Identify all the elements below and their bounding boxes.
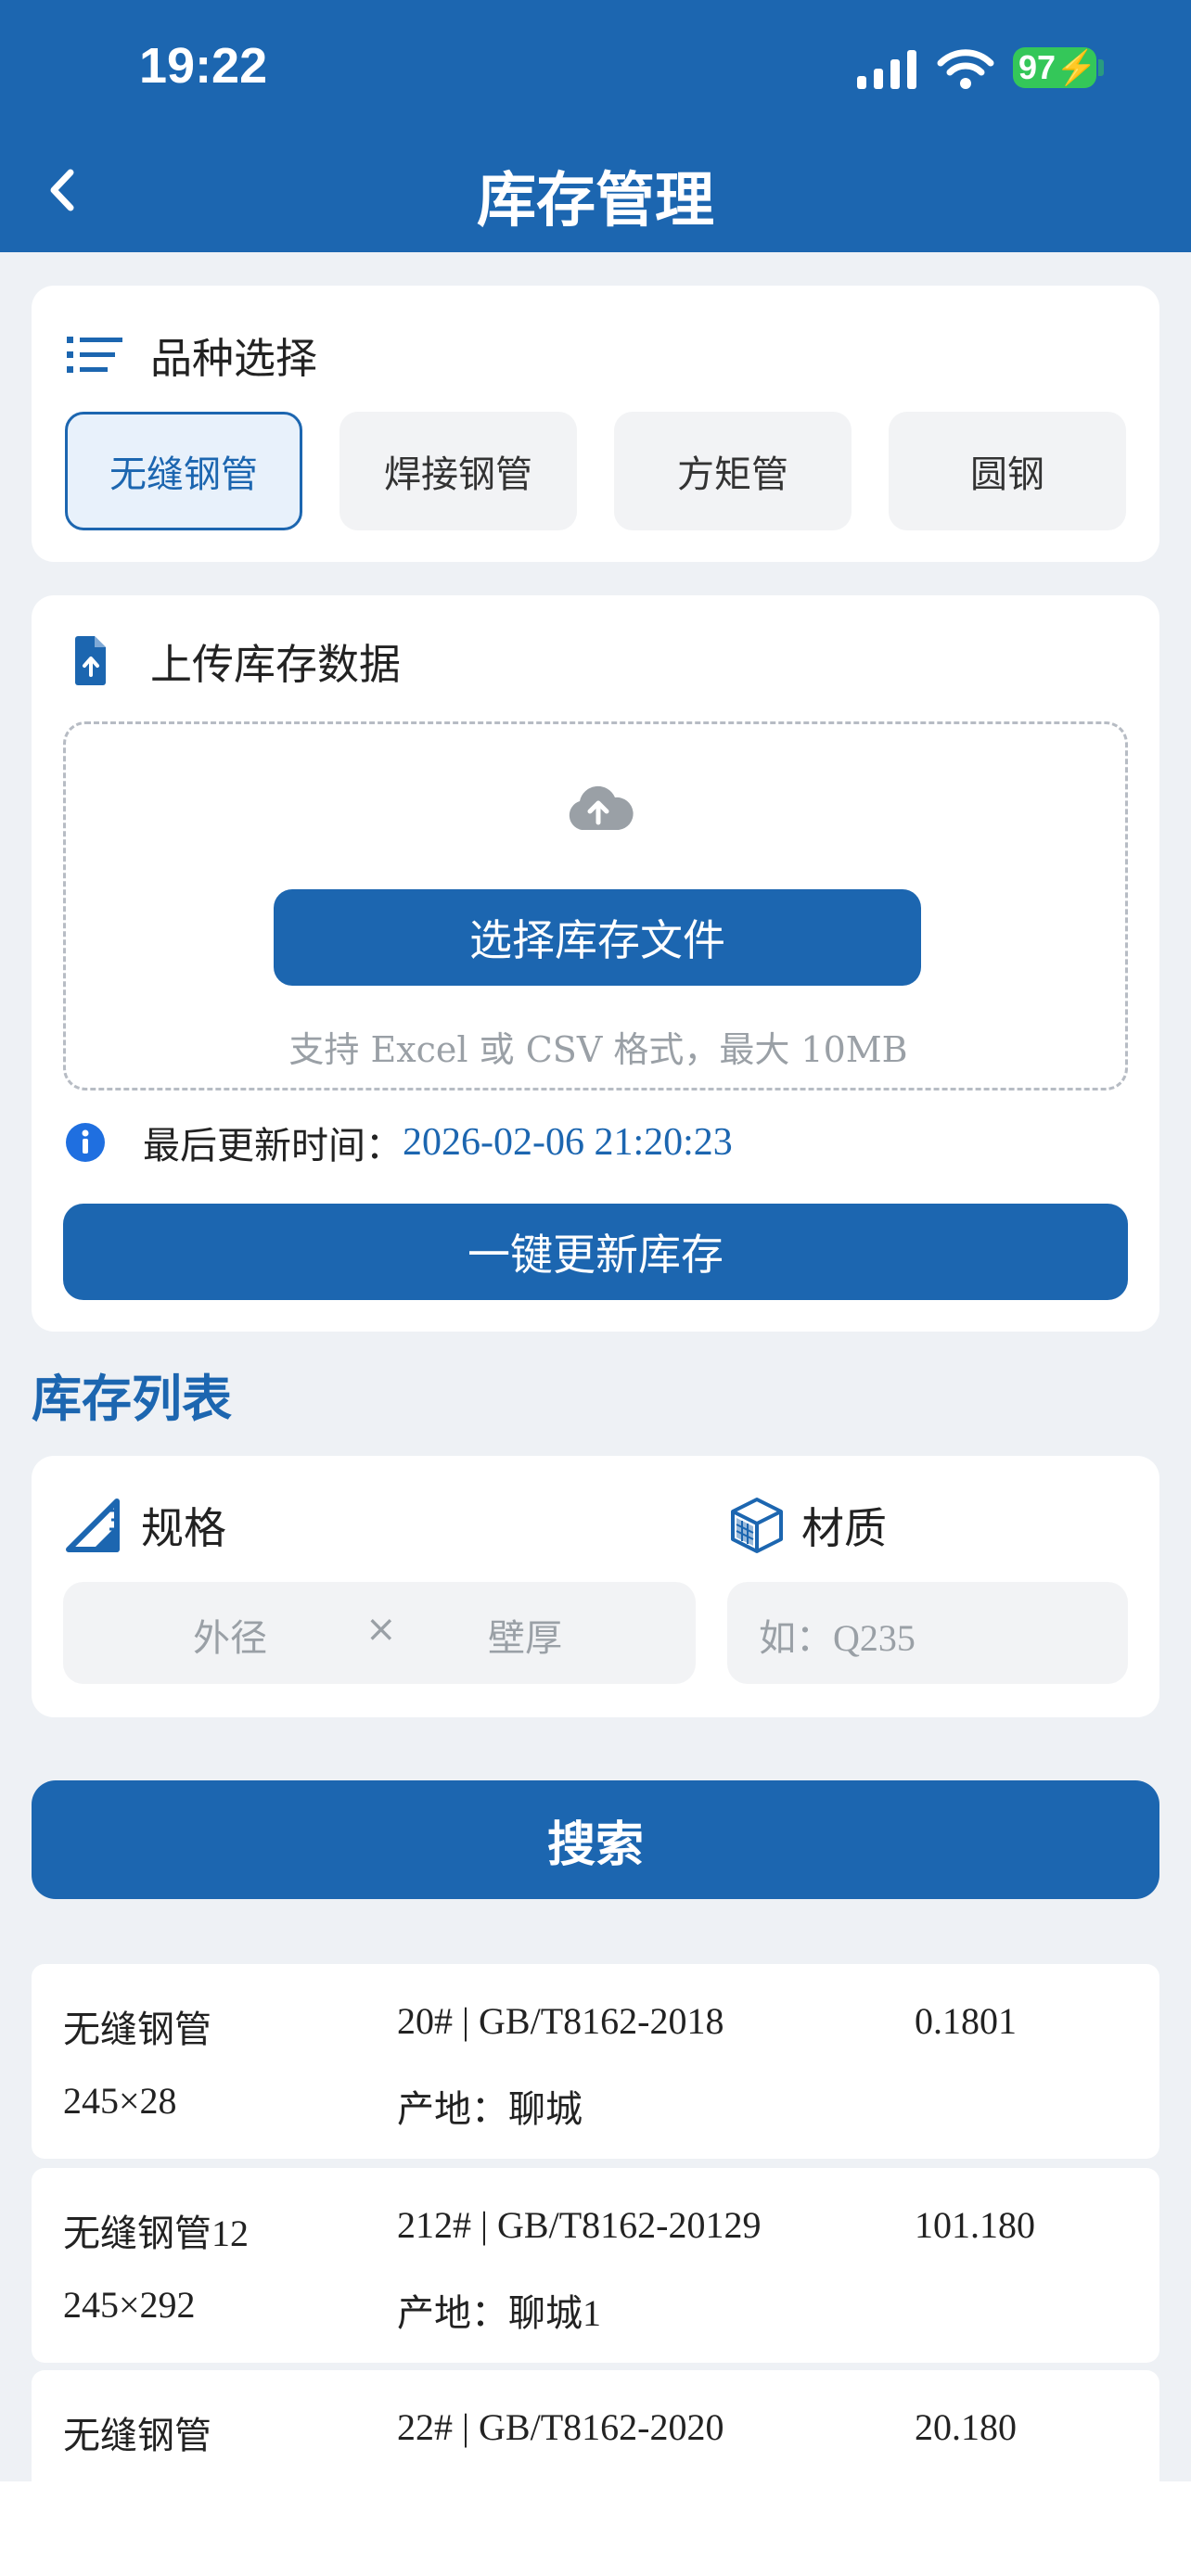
ruler-triangle-icon — [66, 1498, 120, 1552]
times-symbol: × — [365, 1608, 397, 1651]
battery-level: 97 — [1018, 48, 1057, 86]
file-upload-icon — [75, 636, 106, 685]
cloud-upload-icon — [569, 785, 634, 830]
material-placeholder: 如：Q235 — [759, 1617, 916, 1659]
variety-header: 品种选择 — [65, 326, 318, 383]
inventory-row[interactable]: 无缝钢管 245×28 20# | GB/T8162-2018 产地：聊城 0.… — [32, 1964, 1159, 2159]
variety-option-square-tube[interactable]: 方矩管 — [614, 412, 852, 530]
row-grade-standard: 20# | GB/T8162-2018 — [397, 2000, 724, 2042]
battery-cap — [1098, 59, 1104, 76]
material-label: 材质 — [801, 1503, 887, 1553]
page-title: 库存管理 — [477, 167, 714, 236]
row-product-name: 无缝钢管12 — [63, 2213, 249, 2254]
row-origin: 产地：聊城1 — [397, 2292, 601, 2334]
variety-card: 品种选择 无缝钢管 焊接钢管 方矩管 圆钢 — [32, 286, 1159, 562]
variety-option-round-bar[interactable]: 圆钢 — [889, 412, 1126, 530]
bottom-safe-area — [0, 2481, 1191, 2576]
wall-thickness-input[interactable]: 壁厚 — [488, 1608, 562, 1662]
row-size: 245×292 — [63, 2284, 196, 2326]
variety-title: 品种选择 — [150, 333, 318, 383]
last-update-value: 2026-02-06 21:20:23 — [403, 1121, 733, 1164]
row-size: 245×28 — [63, 2080, 177, 2122]
status-time: 19:22 — [139, 38, 268, 94]
inventory-list-title: 库存列表 — [32, 1370, 232, 1428]
variety-option-welded-pipe[interactable]: 焊接钢管 — [339, 412, 577, 530]
choose-file-button[interactable]: 选择库存文件 — [274, 889, 921, 986]
row-value: 20.180 — [915, 2406, 1017, 2448]
row-origin: 产地：聊城 — [397, 2088, 583, 2130]
info-icon — [66, 1123, 105, 1162]
upload-card: 上传库存数据 选择库存文件 支持 Excel 或 CSV 格式，最大 10MB … — [32, 595, 1159, 1332]
upload-hint: 支持 Excel 或 CSV 格式，最大 10MB — [288, 1029, 908, 1070]
last-update-row: 最后更新时间： 2026-02-06 21:20:23 — [65, 1115, 733, 1170]
search-button[interactable]: 搜索 — [32, 1780, 1159, 1899]
upload-title: 上传库存数据 — [150, 639, 402, 689]
wifi-icon — [937, 49, 994, 89]
row-value: 101.180 — [915, 2204, 1035, 2246]
filter-card: 规格 材质 外径 × 壁厚 如：Q235 — [32, 1456, 1159, 1717]
cellular-signal-icon — [857, 50, 916, 89]
row-value: 0.1801 — [915, 2000, 1017, 2042]
battery-indicator: 97⚡ — [1013, 47, 1097, 88]
last-update-label: 最后更新时间： — [143, 1125, 403, 1167]
inventory-row[interactable]: 无缝钢管12 245×292 212# | GB/T8162-20129 产地：… — [32, 2168, 1159, 2363]
app-header: 19:22 97⚡ 库存管理 — [0, 0, 1191, 252]
row-product-name: 无缝钢管 — [63, 2415, 211, 2456]
list-icon — [67, 337, 122, 373]
variety-option-seamless-pipe[interactable]: 无缝钢管 — [65, 412, 302, 530]
spec-label: 规格 — [141, 1503, 226, 1553]
row-grade-standard: 22# | GB/T8162-2020 — [397, 2406, 724, 2448]
cube-icon — [731, 1498, 783, 1553]
charging-icon: ⚡ — [1056, 48, 1097, 86]
material-label-row: 材质 — [729, 1493, 887, 1558]
upload-header: 上传库存数据 — [65, 632, 402, 689]
file-dropzone[interactable]: 选择库存文件 支持 Excel 或 CSV 格式，最大 10MB — [63, 721, 1128, 1090]
outer-diameter-input[interactable]: 外径 — [193, 1608, 267, 1662]
update-inventory-button[interactable]: 一键更新库存 — [63, 1204, 1128, 1300]
spec-input-group: 外径 × 壁厚 — [63, 1582, 696, 1684]
spec-label-row: 规格 — [65, 1493, 226, 1558]
row-grade-standard: 212# | GB/T8162-20129 — [397, 2204, 762, 2246]
row-product-name: 无缝钢管 — [63, 2009, 211, 2050]
material-input[interactable]: 如：Q235 — [727, 1582, 1128, 1684]
